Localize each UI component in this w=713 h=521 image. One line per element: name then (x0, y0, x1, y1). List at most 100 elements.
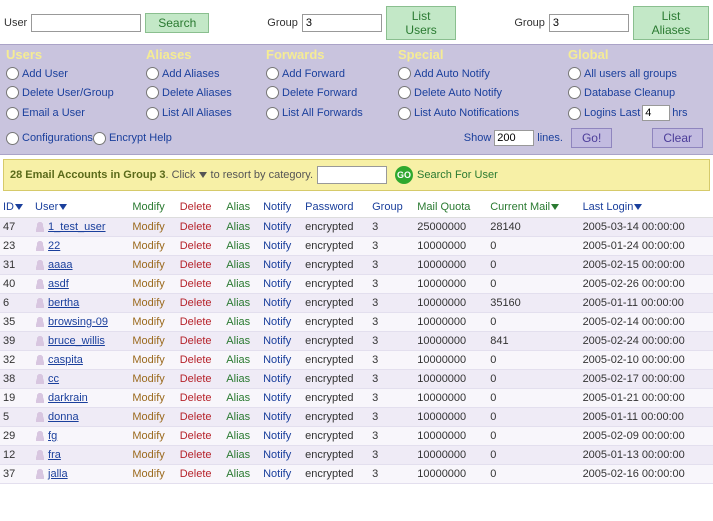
radio-option[interactable]: Delete User/Group (6, 86, 146, 99)
modify-link[interactable]: Modify (129, 332, 176, 351)
modify-link[interactable]: Modify (129, 351, 176, 370)
list-users-button[interactable]: List Users (386, 6, 457, 40)
modify-link[interactable]: Modify (129, 446, 176, 465)
radio-option[interactable]: Add Auto Notify (398, 67, 568, 80)
modify-link[interactable]: Modify (129, 313, 176, 332)
modify-link[interactable]: Modify (129, 275, 176, 294)
alias-link[interactable]: Alias (223, 332, 260, 351)
show-lines-input[interactable] (494, 130, 534, 146)
logins-last-input[interactable] (642, 105, 670, 121)
result-go-button[interactable]: GO (395, 166, 413, 184)
modify-link[interactable]: Modify (129, 218, 176, 237)
delete-link[interactable]: Delete (177, 332, 224, 351)
cell-user[interactable]: donna (32, 408, 129, 427)
notify-link[interactable]: Notify (260, 275, 302, 294)
group1-input[interactable] (302, 14, 382, 32)
delete-link[interactable]: Delete (177, 427, 224, 446)
alias-link[interactable]: Alias (223, 408, 260, 427)
modify-link[interactable]: Modify (129, 370, 176, 389)
radio-option[interactable]: Add User (6, 67, 146, 80)
alias-link[interactable]: Alias (223, 446, 260, 465)
result-search-input[interactable] (317, 166, 387, 184)
delete-link[interactable]: Delete (177, 218, 224, 237)
delete-link[interactable]: Delete (177, 465, 224, 484)
delete-link[interactable]: Delete (177, 294, 224, 313)
cell-user[interactable]: 22 (32, 237, 129, 256)
col-currentmail[interactable]: Current Mail (487, 195, 579, 218)
cell-user[interactable]: darkrain (32, 389, 129, 408)
modify-link[interactable]: Modify (129, 294, 176, 313)
radio-option[interactable]: List All Forwards (266, 107, 398, 120)
notify-link[interactable]: Notify (260, 332, 302, 351)
cell-user[interactable]: bruce_willis (32, 332, 129, 351)
notify-link[interactable]: Notify (260, 408, 302, 427)
radio-option[interactable]: Delete Auto Notify (398, 86, 568, 99)
radio-option[interactable]: Delete Aliases (146, 86, 266, 99)
cell-user[interactable]: fra (32, 446, 129, 465)
alias-link[interactable]: Alias (223, 313, 260, 332)
alias-link[interactable]: Alias (223, 465, 260, 484)
cell-user[interactable]: 1_test_user (32, 218, 129, 237)
alias-link[interactable]: Alias (223, 351, 260, 370)
radio-option[interactable]: List Auto Notifications (398, 107, 568, 120)
radio-option[interactable]: Delete Forward (266, 86, 398, 99)
delete-link[interactable]: Delete (177, 237, 224, 256)
radio-option[interactable]: All users all groups (568, 67, 700, 80)
alias-link[interactable]: Alias (223, 427, 260, 446)
cell-user[interactable]: asdf (32, 275, 129, 294)
user-search-input[interactable] (31, 14, 141, 32)
alias-link[interactable]: Alias (223, 275, 260, 294)
cell-user[interactable]: browsing-09 (32, 313, 129, 332)
cell-user[interactable]: aaaa (32, 256, 129, 275)
notify-link[interactable]: Notify (260, 294, 302, 313)
cell-user[interactable]: cc (32, 370, 129, 389)
col-user[interactable]: User (32, 195, 129, 218)
delete-link[interactable]: Delete (177, 275, 224, 294)
alias-link[interactable]: Alias (223, 237, 260, 256)
radio-option[interactable]: Add Aliases (146, 67, 266, 80)
radio-option[interactable]: List All Aliases (146, 107, 266, 120)
delete-link[interactable]: Delete (177, 256, 224, 275)
notify-link[interactable]: Notify (260, 256, 302, 275)
radio-option[interactable]: Email a User (6, 107, 146, 120)
radio-option[interactable]: Add Forward (266, 67, 398, 80)
list-aliases-button[interactable]: List Aliases (633, 6, 709, 40)
modify-link[interactable]: Modify (129, 237, 176, 256)
col-id[interactable]: ID (0, 195, 32, 218)
modify-link[interactable]: Modify (129, 389, 176, 408)
notify-link[interactable]: Notify (260, 389, 302, 408)
alias-link[interactable]: Alias (223, 256, 260, 275)
alias-link[interactable]: Alias (223, 218, 260, 237)
radio-option[interactable]: Logins Lasthrs (568, 105, 700, 121)
delete-link[interactable]: Delete (177, 313, 224, 332)
radio-encrypt-help[interactable]: Encrypt Help (93, 132, 172, 145)
cell-user[interactable]: bertha (32, 294, 129, 313)
modify-link[interactable]: Modify (129, 427, 176, 446)
notify-link[interactable]: Notify (260, 446, 302, 465)
alias-link[interactable]: Alias (223, 294, 260, 313)
delete-link[interactable]: Delete (177, 446, 224, 465)
col-lastlogin[interactable]: Last Login (580, 195, 713, 218)
radio-configurations[interactable]: Configurations (6, 132, 93, 145)
search-button[interactable]: Search (145, 13, 209, 33)
cell-user[interactable]: fg (32, 427, 129, 446)
modify-link[interactable]: Modify (129, 465, 176, 484)
notify-link[interactable]: Notify (260, 313, 302, 332)
alias-link[interactable]: Alias (223, 370, 260, 389)
delete-link[interactable]: Delete (177, 389, 224, 408)
cell-user[interactable]: caspita (32, 351, 129, 370)
cell-user[interactable]: jalla (32, 465, 129, 484)
modify-link[interactable]: Modify (129, 408, 176, 427)
group2-input[interactable] (549, 14, 629, 32)
notify-link[interactable]: Notify (260, 370, 302, 389)
modify-link[interactable]: Modify (129, 256, 176, 275)
go-button[interactable]: Go! (571, 128, 612, 148)
notify-link[interactable]: Notify (260, 465, 302, 484)
notify-link[interactable]: Notify (260, 427, 302, 446)
notify-link[interactable]: Notify (260, 218, 302, 237)
notify-link[interactable]: Notify (260, 351, 302, 370)
notify-link[interactable]: Notify (260, 237, 302, 256)
alias-link[interactable]: Alias (223, 389, 260, 408)
delete-link[interactable]: Delete (177, 351, 224, 370)
radio-option[interactable]: Database Cleanup (568, 86, 700, 99)
